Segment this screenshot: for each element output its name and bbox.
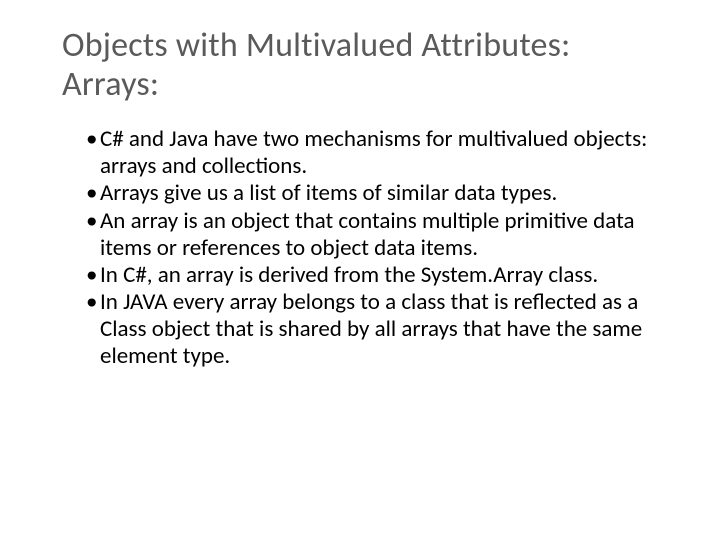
bullet-text: An array is an object that contains mult… — [100, 207, 635, 262]
bullet-text: In JAVA every array belongs to a class t… — [100, 288, 642, 370]
bullet-text: C# and Java have two mechanisms for mult… — [100, 125, 647, 180]
bullet-item: In C#, an array is derived from the Syst… — [86, 262, 668, 289]
bullet-item: An array is an object that contains mult… — [86, 208, 668, 262]
slide-title: Objects with Multivalued Attributes: Arr… — [62, 26, 668, 104]
slide-body: C# and Java have two mechanisms for mult… — [62, 126, 668, 370]
title-line-2: Arrays: — [62, 64, 159, 105]
bullet-text: Arrays give us a list of items of simila… — [100, 179, 557, 207]
slide: Objects with Multivalued Attributes: Arr… — [0, 0, 720, 540]
title-line-1: Objects with Multivalued Attributes: — [62, 25, 570, 66]
bullet-item: C# and Java have two mechanisms for mult… — [86, 126, 668, 180]
bullet-text: In C#, an array is derived from the Syst… — [100, 261, 598, 289]
bullet-item: In JAVA every array belongs to a class t… — [86, 289, 668, 370]
bullet-item: Arrays give us a list of items of simila… — [86, 180, 668, 207]
